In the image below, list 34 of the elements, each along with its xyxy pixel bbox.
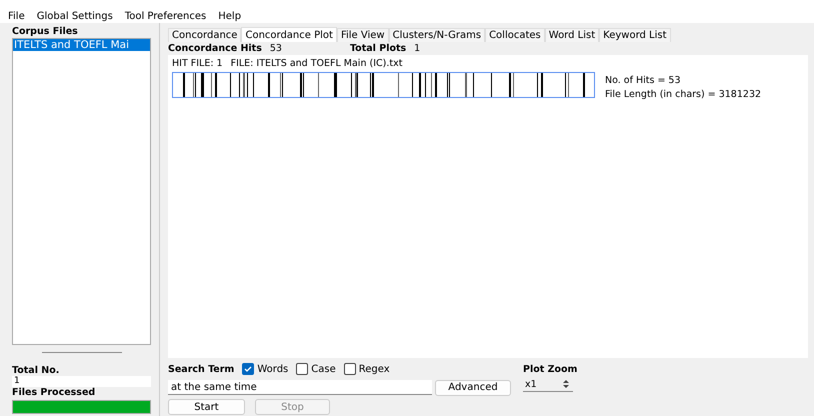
tab[interactable]: Concordance Plot (241, 27, 337, 42)
total-label: Total No. (12, 365, 60, 376)
menu-item[interactable]: Global Settings (36, 11, 113, 22)
option-checkbox[interactable]: Case (296, 363, 336, 375)
tab[interactable]: Concordance (168, 28, 242, 42)
files-processed-label: Files Processed (12, 387, 96, 398)
plots-value: 1 (414, 43, 420, 54)
menu-item[interactable]: File (8, 11, 25, 22)
tab[interactable]: File View (336, 28, 389, 42)
tab[interactable]: Word List (544, 28, 600, 42)
corpus-files-label: Corpus Files (12, 26, 79, 37)
tab[interactable]: Collocates (485, 28, 545, 42)
tab[interactable]: Keyword List (599, 28, 671, 42)
search-term-label: Search Term (168, 364, 234, 374)
hits-count: No. of Hits = 53 (605, 75, 682, 86)
plot-zoom-spinner[interactable]: x1 (523, 377, 573, 392)
option-checkbox[interactable]: Words (242, 363, 288, 375)
corpus-file-item[interactable]: ITELTS and TOEFL Mai (13, 39, 150, 51)
tab[interactable]: Clusters/N-Grams (388, 28, 486, 42)
spinner-arrows-icon (561, 379, 571, 389)
total-value: 1 (12, 376, 151, 387)
hits-label: Concordance Hits (168, 43, 262, 54)
hits-value: 53 (270, 43, 282, 54)
hit-file-label: HIT FILE: 1 (172, 58, 223, 69)
file-name: FILE: ITELTS and TOEFL Main (IC).txt (230, 58, 402, 69)
search-field[interactable]: at the same time (168, 380, 432, 395)
option-checkbox[interactable]: Regex (344, 363, 390, 375)
menu-item[interactable]: Help (218, 11, 242, 22)
menu-item[interactable]: Tool Preferences (124, 11, 206, 22)
plots-label: Total Plots (350, 43, 406, 54)
plot-zoom-label: Plot Zoom (523, 364, 578, 375)
advanced-button[interactable]: Advanced (435, 380, 511, 396)
start-button[interactable]: Start (168, 399, 245, 415)
file-length: File Length (in chars) = 3181232 (605, 89, 762, 100)
